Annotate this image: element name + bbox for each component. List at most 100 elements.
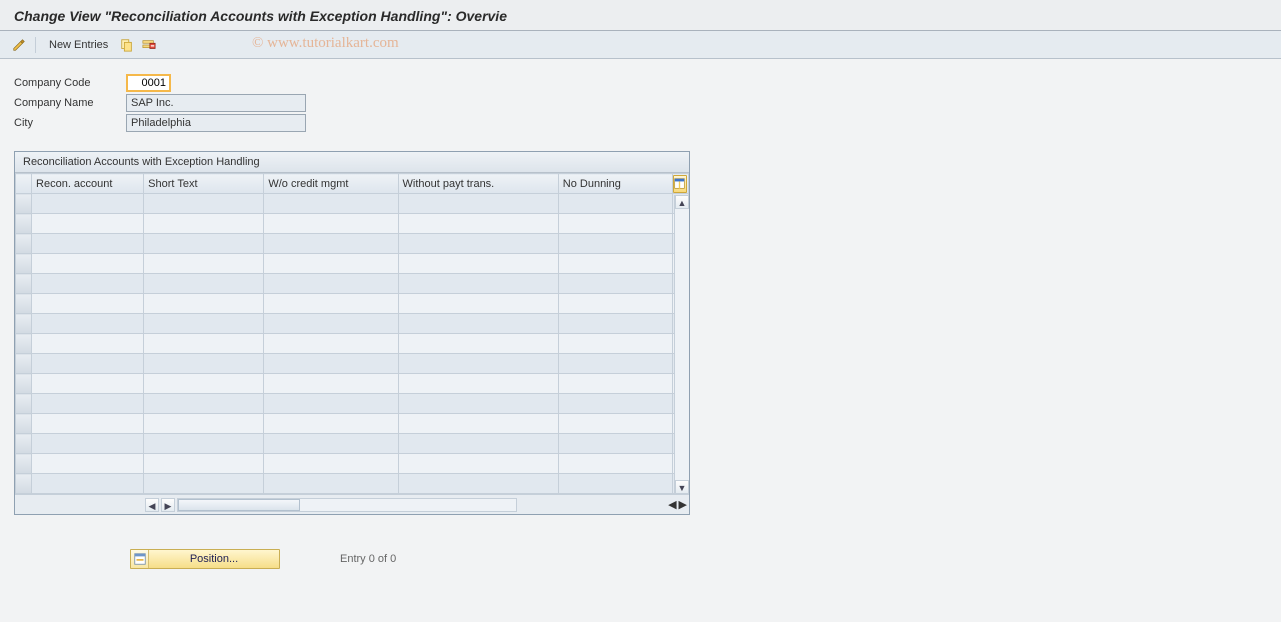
row-selector[interactable] xyxy=(16,194,32,214)
toggle-edit-button[interactable] xyxy=(10,36,28,54)
cell-short[interactable] xyxy=(144,254,264,274)
table-row[interactable] xyxy=(16,374,689,394)
col-wocm-header[interactable]: W/o credit mgmt xyxy=(264,174,398,194)
row-selector[interactable] xyxy=(16,274,32,294)
cell-nodun[interactable] xyxy=(558,374,672,394)
cell-nodun[interactable] xyxy=(558,434,672,454)
cell-short[interactable] xyxy=(144,314,264,334)
cell-nodun[interactable] xyxy=(558,194,672,214)
row-selector[interactable] xyxy=(16,354,32,374)
delete-button[interactable] xyxy=(140,36,158,54)
cell-short[interactable] xyxy=(144,374,264,394)
row-selector[interactable] xyxy=(16,414,32,434)
cell-nodun[interactable] xyxy=(558,454,672,474)
cell-recon[interactable] xyxy=(32,414,144,434)
cell-short[interactable] xyxy=(144,394,264,414)
scroll-left-end-icon[interactable]: ◀ xyxy=(668,498,676,511)
row-selector[interactable] xyxy=(16,474,32,494)
cell-short[interactable] xyxy=(144,474,264,494)
table-row[interactable] xyxy=(16,254,689,274)
cell-nodun[interactable] xyxy=(558,214,672,234)
cell-recon[interactable] xyxy=(32,474,144,494)
cell-recon[interactable] xyxy=(32,434,144,454)
grid-select-all[interactable] xyxy=(16,174,32,194)
cell-wopt[interactable] xyxy=(398,394,558,414)
cell-wopt[interactable] xyxy=(398,414,558,434)
cell-wopt[interactable] xyxy=(398,474,558,494)
table-row[interactable] xyxy=(16,194,689,214)
table-row[interactable] xyxy=(16,474,689,494)
table-row[interactable] xyxy=(16,334,689,354)
cell-wocm[interactable] xyxy=(264,414,398,434)
cell-wopt[interactable] xyxy=(398,454,558,474)
cell-recon[interactable] xyxy=(32,374,144,394)
row-selector[interactable] xyxy=(16,214,32,234)
cell-wocm[interactable] xyxy=(264,374,398,394)
cell-wopt[interactable] xyxy=(398,334,558,354)
row-selector[interactable] xyxy=(16,334,32,354)
cell-wocm[interactable] xyxy=(264,294,398,314)
scroll-down-arrow-icon[interactable]: ▼ xyxy=(675,480,689,494)
cell-short[interactable] xyxy=(144,334,264,354)
cell-wocm[interactable] xyxy=(264,274,398,294)
row-selector[interactable] xyxy=(16,454,32,474)
cell-nodun[interactable] xyxy=(558,474,672,494)
cell-short[interactable] xyxy=(144,194,264,214)
cell-wocm[interactable] xyxy=(264,314,398,334)
table-row[interactable] xyxy=(16,294,689,314)
table-row[interactable] xyxy=(16,414,689,434)
table-row[interactable] xyxy=(16,354,689,374)
scroll-left-arrow-icon[interactable]: ◀ xyxy=(145,498,159,512)
cell-short[interactable] xyxy=(144,354,264,374)
company-code-input[interactable] xyxy=(126,74,171,92)
row-selector[interactable] xyxy=(16,374,32,394)
cell-wopt[interactable] xyxy=(398,234,558,254)
table-row[interactable] xyxy=(16,314,689,334)
cell-wopt[interactable] xyxy=(398,354,558,374)
cell-short[interactable] xyxy=(144,294,264,314)
row-selector[interactable] xyxy=(16,314,32,334)
cell-wocm[interactable] xyxy=(264,334,398,354)
cell-short[interactable] xyxy=(144,214,264,234)
table-row[interactable] xyxy=(16,434,689,454)
cell-wopt[interactable] xyxy=(398,194,558,214)
col-recon-header[interactable]: Recon. account xyxy=(32,174,144,194)
horizontal-scrollbar[interactable]: ◀ ▶ xyxy=(145,498,517,512)
cell-recon[interactable] xyxy=(32,254,144,274)
cell-wocm[interactable] xyxy=(264,214,398,234)
cell-wocm[interactable] xyxy=(264,354,398,374)
cell-nodun[interactable] xyxy=(558,414,672,434)
cell-recon[interactable] xyxy=(32,354,144,374)
grid-table[interactable]: Recon. account Short Text W/o credit mgm… xyxy=(15,173,689,494)
cell-wocm[interactable] xyxy=(264,454,398,474)
col-short-header[interactable]: Short Text xyxy=(144,174,264,194)
cell-wocm[interactable] xyxy=(264,254,398,274)
hscroll-thumb[interactable] xyxy=(178,499,300,511)
cell-short[interactable] xyxy=(144,414,264,434)
row-selector[interactable] xyxy=(16,434,32,454)
cell-wopt[interactable] xyxy=(398,314,558,334)
table-row[interactable] xyxy=(16,274,689,294)
cell-wopt[interactable] xyxy=(398,374,558,394)
cell-recon[interactable] xyxy=(32,314,144,334)
cell-wopt[interactable] xyxy=(398,294,558,314)
cell-wopt[interactable] xyxy=(398,254,558,274)
scroll-up-arrow-icon[interactable]: ▲ xyxy=(675,195,689,209)
row-selector[interactable] xyxy=(16,294,32,314)
cell-wopt[interactable] xyxy=(398,274,558,294)
cell-recon[interactable] xyxy=(32,214,144,234)
cell-recon[interactable] xyxy=(32,294,144,314)
cell-wopt[interactable] xyxy=(398,434,558,454)
new-entries-button[interactable]: New Entries xyxy=(43,36,114,54)
cell-wocm[interactable] xyxy=(264,194,398,214)
scroll-right-end-icon[interactable]: ▶ xyxy=(679,498,687,511)
cell-wocm[interactable] xyxy=(264,234,398,254)
cell-short[interactable] xyxy=(144,234,264,254)
cell-nodun[interactable] xyxy=(558,254,672,274)
cell-recon[interactable] xyxy=(32,234,144,254)
scroll-right-step-icon[interactable]: ▶ xyxy=(161,498,175,512)
cell-recon[interactable] xyxy=(32,394,144,414)
cell-recon[interactable] xyxy=(32,194,144,214)
cell-short[interactable] xyxy=(144,454,264,474)
cell-nodun[interactable] xyxy=(558,294,672,314)
